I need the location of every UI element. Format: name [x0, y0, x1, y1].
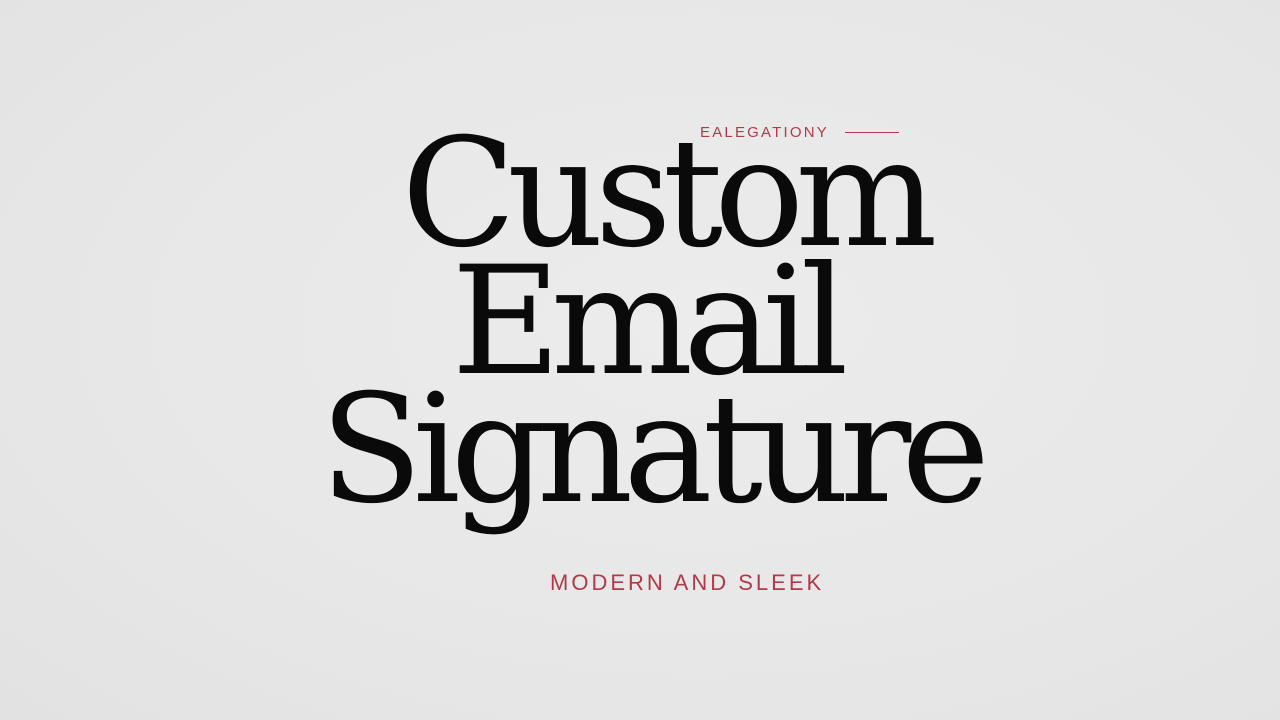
title-card: EALEGATIONY Custom Email Signature MODER…	[0, 0, 1280, 720]
tagline: MODERN AND SLEEK	[550, 570, 825, 595]
headline-line-3: Signature	[319, 363, 990, 537]
headline: Custom Email Signature	[0, 119, 1280, 537]
